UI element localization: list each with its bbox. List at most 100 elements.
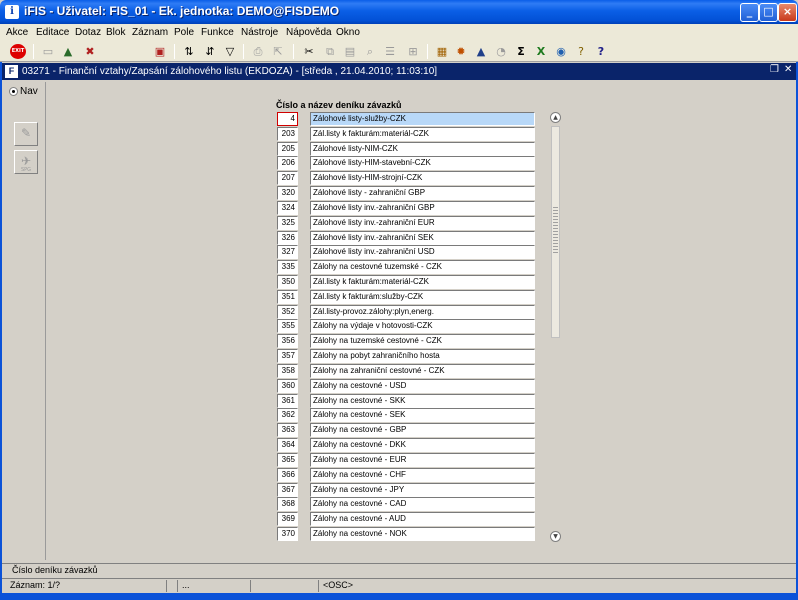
journal-name-field[interactable]: Zálohové listy inv.-zahraniční GBP (310, 200, 535, 215)
journal-name-field[interactable]: Zálohové listy inv.-zahraniční SEK (310, 230, 535, 245)
journal-number-field[interactable]: 369 (277, 512, 298, 527)
journal-number-field[interactable]: 361 (277, 393, 298, 408)
journal-name-field[interactable]: Zálohy na pobyt zahraničního hosta (310, 349, 535, 364)
copy-icon[interactable]: ⧉ (322, 44, 338, 59)
side-action-icon[interactable]: ✎ (14, 122, 38, 146)
journal-name-field[interactable]: Zálohy na výdaje v hotovosti-CZK (310, 319, 535, 334)
excel-icon[interactable]: X (533, 44, 549, 59)
journal-number-field[interactable]: 203 (277, 126, 298, 141)
journal-name-field[interactable]: Zál.listy-provoz.zálohy:plyn,energ. (310, 304, 535, 319)
help-icon[interactable]: ? (593, 44, 609, 59)
clear-icon[interactable]: ▣ (152, 44, 168, 59)
journal-number-field[interactable]: 366 (277, 467, 298, 482)
find-icon[interactable]: ⌕ (362, 44, 378, 59)
close-button[interactable]: × (778, 3, 797, 22)
export-icon[interactable]: ⇱ (270, 44, 286, 59)
journal-name-field[interactable]: Zálohové listy-služby-CZK (310, 112, 535, 126)
web-icon[interactable]: ◉ (553, 44, 569, 59)
journal-number-field[interactable]: 207 (277, 171, 298, 186)
menu-pole[interactable]: Pole (174, 27, 194, 38)
delete-icon[interactable]: ✖ (82, 44, 98, 59)
journal-number-field[interactable]: 4 (277, 112, 298, 126)
scroll-thumb[interactable] (551, 126, 560, 338)
journal-name-field[interactable]: Zálohy na cestovné - USD (310, 378, 535, 393)
journal-name-field[interactable]: Zálohy na cestovné - DKK (310, 438, 535, 453)
paste-icon[interactable]: ▤ (342, 44, 358, 59)
window-icon[interactable]: ? (573, 44, 589, 59)
journal-name-field[interactable]: Zálohové listy inv.-zahraniční USD (310, 245, 535, 260)
save-icon[interactable]: ▲ (60, 44, 76, 59)
journal-number-field[interactable]: 363 (277, 423, 298, 438)
print-icon[interactable]: ⎙ (250, 44, 266, 59)
journal-name-field[interactable]: Zálohy na cestovné - CAD (310, 497, 535, 512)
journal-number-field[interactable]: 364 (277, 438, 298, 453)
journal-name-field[interactable]: Zál.listy k fakturám:materiál-CZK (310, 126, 535, 141)
maximize-button[interactable]: □ (759, 3, 778, 22)
journal-number-field[interactable]: 368 (277, 497, 298, 512)
spg-button[interactable]: ✈ SPG (14, 150, 38, 174)
vertical-scrollbar[interactable]: ▲ ▼ (550, 112, 561, 542)
journal-number-field[interactable]: 356 (277, 334, 298, 349)
journal-number-field[interactable]: 357 (277, 349, 298, 364)
journal-number-field[interactable]: 335 (277, 260, 298, 275)
journal-name-field[interactable]: Zálohy na cestovné - CHF (310, 467, 535, 482)
journal-name-field[interactable]: Zálohy na cestovné - SEK (310, 408, 535, 423)
journal-name-field[interactable]: Zálohové listy inv.-zahraniční EUR (310, 215, 535, 230)
journal-name-field[interactable]: Zálohy na cestovné - JPY (310, 482, 535, 497)
journal-number-field[interactable]: 360 (277, 378, 298, 393)
menu-napoveda[interactable]: Nápověda (286, 27, 332, 38)
journal-number-field[interactable]: 352 (277, 304, 298, 319)
settings-icon[interactable]: ✹ (453, 44, 469, 59)
restore-icon[interactable]: ❐ (770, 64, 779, 75)
sort-asc-icon[interactable]: ⇅ (181, 44, 197, 59)
journal-name-field[interactable]: Zálohy na tuzemské cestovné - CZK (310, 334, 535, 349)
nav-radio[interactable] (9, 87, 18, 96)
journal-number-field[interactable]: 362 (277, 408, 298, 423)
tree-icon[interactable]: ⊞ (405, 44, 421, 59)
journal-number-field[interactable]: 367 (277, 482, 298, 497)
chart-icon[interactable]: ◔ (493, 44, 509, 59)
journal-number-field[interactable]: 206 (277, 156, 298, 171)
print-preview-icon[interactable]: ▭ (40, 44, 56, 59)
journal-number-field[interactable]: 320 (277, 186, 298, 201)
menu-zaznam[interactable]: Záznam (132, 27, 168, 38)
menu-dotaz[interactable]: Dotaz (75, 27, 101, 38)
sort-desc-icon[interactable]: ⇵ (202, 44, 218, 59)
journal-name-field[interactable]: Zálohové listy-NIM-CZK (310, 141, 535, 156)
journal-number-field[interactable]: 370 (277, 526, 298, 541)
journal-number-field[interactable]: 351 (277, 289, 298, 304)
journal-name-field[interactable]: Zálohové listy - zahraniční GBP (310, 186, 535, 201)
journal-name-field[interactable]: Zál.listy k fakturám:služby-CZK (310, 289, 535, 304)
scroll-up-icon[interactable]: ▲ (550, 112, 561, 123)
journal-number-field[interactable]: 365 (277, 452, 298, 467)
journal-number-field[interactable]: 355 (277, 319, 298, 334)
menu-okno[interactable]: Okno (336, 27, 360, 38)
journal-number-field[interactable]: 325 (277, 215, 298, 230)
menu-nastroje[interactable]: Nástroje (241, 27, 278, 38)
journal-number-field[interactable]: 358 (277, 363, 298, 378)
triangle-icon[interactable]: ▲ (473, 44, 489, 59)
journal-number-field[interactable]: 324 (277, 200, 298, 215)
journal-number-field[interactable]: 350 (277, 275, 298, 290)
close-icon[interactable]: ✕ (784, 64, 792, 75)
calculator-icon[interactable]: ▦ (434, 44, 450, 59)
journal-number-field[interactable]: 327 (277, 245, 298, 260)
title-bar[interactable]: i iFIS - Uživatel: FIS_01 - Ek. jednotka… (0, 0, 798, 24)
journal-number-field[interactable]: 326 (277, 230, 298, 245)
sum-icon[interactable]: Σ (513, 44, 529, 59)
journal-name-field[interactable]: Zálohy na cestovné - SKK (310, 393, 535, 408)
menu-funkce[interactable]: Funkce (201, 27, 234, 38)
journal-name-field[interactable]: Zálohové listy-HIM-stavební-CZK (310, 156, 535, 171)
list-icon[interactable]: ☰ (382, 44, 398, 59)
journal-name-field[interactable]: Zálohy na cestovné - AUD (310, 512, 535, 527)
filter-icon[interactable]: ▽ (222, 44, 238, 59)
menu-blok[interactable]: Blok (106, 27, 125, 38)
menu-editace[interactable]: Editace (36, 27, 69, 38)
journal-name-field[interactable]: Zálohy na cestovné - EUR (310, 452, 535, 467)
scroll-down-icon[interactable]: ▼ (550, 531, 561, 542)
cut-icon[interactable]: ✂ (301, 44, 317, 59)
menu-akce[interactable]: Akce (6, 27, 28, 38)
journal-name-field[interactable]: Zálohy na cestovné - GBP (310, 423, 535, 438)
journal-name-field[interactable]: Zálohové listy-HIM-strojní-CZK (310, 171, 535, 186)
minimize-button[interactable]: _ (740, 3, 759, 22)
